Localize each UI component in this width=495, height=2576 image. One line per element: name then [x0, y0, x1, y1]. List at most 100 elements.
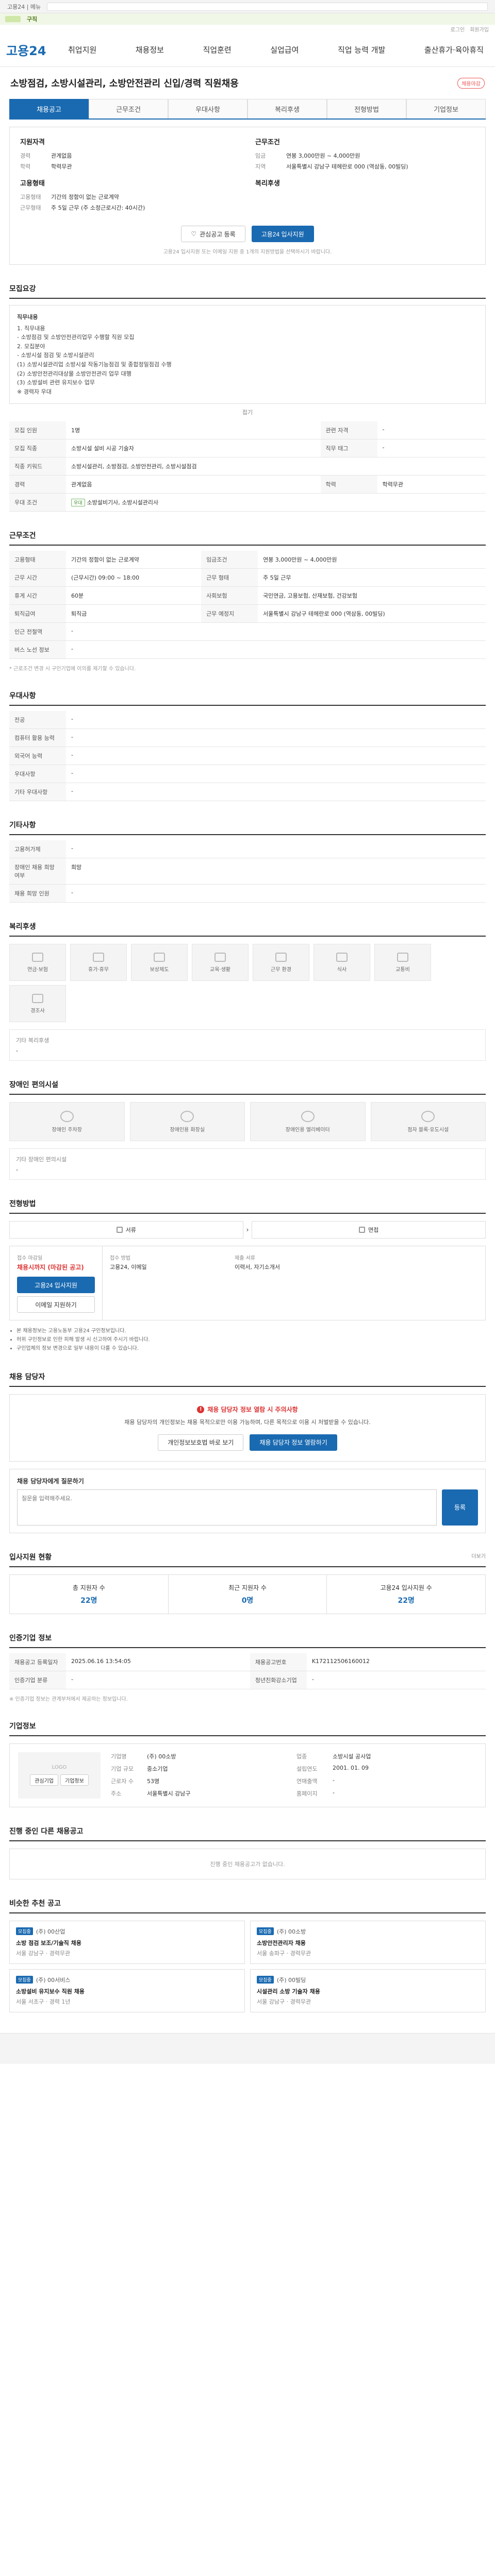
arrow-right-icon: › [246, 1226, 249, 1234]
row-value: - [66, 840, 486, 859]
tab-process[interactable]: 전형방법 [327, 99, 406, 118]
row-value: 희망 [66, 858, 486, 885]
contact-desc: 채용 담당자의 개인정보는 채용 목적으로만 이용 가능하며, 다른 목적으로 … [124, 1419, 371, 1426]
section-title: 비슷한 추천 공고 [9, 1898, 486, 1913]
row-value: 소방시설관리, 소방점검, 소방안전관리, 소방시설점검 [66, 457, 486, 476]
site-logo[interactable]: 고용24 [6, 41, 63, 59]
global-nav: 취업지원 채용정보 직업훈련 실업급여 직업 능력 개발 출산휴가·육아휴직 [63, 44, 489, 55]
table-row: 인증기업 분류 - 청년친화강소기업 - [9, 1671, 486, 1689]
benefit-item: 경조사 [9, 985, 66, 1023]
meal-icon [336, 952, 348, 962]
qa-input[interactable] [17, 1489, 437, 1526]
nav-item[interactable]: 실업급여 [265, 44, 304, 55]
company-info-button[interactable]: 기업정보 [60, 1774, 89, 1786]
kv-value: 기간의 정함이 없는 근로계약 [51, 194, 119, 200]
qa-submit-button[interactable]: 등록 [442, 1489, 478, 1526]
similar-list: 모집중 (주) 00산업 소방 점검 보조/기술직 채용 서울 강남구 · 경력무관 … [9, 1920, 486, 2012]
tab-benefits[interactable]: 복리후생 [248, 99, 327, 118]
table-row: 외국어 능력 - [9, 747, 486, 766]
apply-online-button[interactable]: 고용24 입사지원 [17, 1277, 95, 1294]
nav-item[interactable]: 출산휴가·육아휴직 [419, 44, 489, 55]
card-company: (주) 00빌딩 [276, 1976, 306, 1984]
similar-section: 비슷한 추천 공고 모집중 (주) 00산업 소방 점검 보조/기술직 채용 서울 강… [9, 1898, 486, 2012]
table-row: 장애인 채용 희망 여부 희망 [9, 858, 486, 885]
apply-button[interactable]: 고용24 입사지원 [251, 226, 314, 242]
kv-value: 관계없음 [51, 152, 72, 159]
table-row: 직종 키워드 소방시설관리, 소방점검, 소방안전관리, 소방시설점검 [9, 457, 486, 476]
cert-section: 인증기업 정보 채용공고 등록일자 2025.06.16 13:54:05 채용공고… [9, 1633, 486, 1702]
nav-item[interactable]: 취업지원 [63, 44, 102, 55]
apply-email-button[interactable]: 이메일 지원하기 [17, 1296, 95, 1313]
signup-link[interactable]: 회원가입 [470, 25, 489, 33]
etc-section: 기타사항 고용허가제 - 장애인 채용 희망 여부 희망 채용 희망 인원 - [9, 820, 486, 903]
similar-card[interactable]: 모집중 (주) 00서비스 소방설비 유지보수 직원 채용 서울 서초구 · 경력 1… [9, 1969, 245, 2012]
comp-value: 소방시설 공사업 [333, 1753, 371, 1760]
facility-item: 장애인용 엘리베이터 [250, 1102, 366, 1142]
card-title: 소방설비 유지보수 직원 채용 [16, 1988, 85, 1995]
more-link[interactable]: 더보기 [471, 1552, 486, 1562]
row-value: 연봉 3,000만원 ~ 4,000만원 [258, 551, 486, 569]
login-link[interactable]: 로그인 [451, 25, 465, 33]
benefit-label: 근무 환경 [271, 967, 291, 973]
table-row: 전공 - [9, 711, 486, 730]
contact-section: 채용 담당자 ! 채용 담당자 정보 열람 시 주의사항 채용 담당자의 개인정보… [9, 1371, 486, 1533]
comp-value: 53명 [147, 1777, 160, 1785]
step-label: 서류 [125, 1227, 136, 1234]
reward-icon [154, 952, 165, 962]
similar-card[interactable]: 모집중 (주) 00소방 소방안전관리자 채용 서울 송파구 · 경력무관 [250, 1920, 486, 1964]
view-contact-button[interactable]: 채용 담당자 정보 열람하기 [250, 1434, 337, 1451]
tab-recruit[interactable]: 채용공고 [9, 99, 89, 118]
nav-item[interactable]: 직업 능력 개발 [333, 44, 390, 55]
row-value: - [377, 421, 486, 440]
kv-key: 임금 [255, 152, 266, 159]
conditions-section: 근무조건 고용형태 기간의 정함이 없는 근로계약 임금조건 연봉 3,000만원 ~… [9, 530, 486, 672]
step-label: 면접 [368, 1227, 379, 1234]
apply-box: 접수 마감일 채용시까지 (마감된 공고) 고용24 입사지원 이메일 지원하기… [9, 1246, 486, 1321]
row-key: 근무 형태 [201, 568, 258, 587]
benefit-etc-value: - [16, 1047, 18, 1055]
fold-toggle[interactable]: 접기 [9, 408, 486, 416]
benefit-item: 교통비 [374, 944, 431, 981]
desc-line: 2. 모집분야 [17, 343, 45, 350]
similar-card[interactable]: 모집중 (주) 00빌딩 시설관리 소방 기술자 채용 서울 강남구 · 경력무관 [250, 1969, 486, 2012]
benefit-label: 연금·보험 [27, 967, 48, 973]
row-key: 인근 전철역 [9, 622, 66, 641]
row-value: 60분 [66, 586, 202, 605]
privacy-law-button[interactable]: 개인정보보호법 바로 보기 [158, 1434, 244, 1451]
table-row: 모집 인원 1명 관련 자격 - [9, 421, 486, 440]
benefit-item: 휴가·휴무 [70, 944, 127, 981]
recent-section: 진행 중인 다른 채용공고 진행 중인 채용공고가 없습니다. [9, 1826, 486, 1879]
table-row: 휴게 시간 60분 사회보험 국민연금, 고용보험, 산재보험, 건강보험 [9, 586, 486, 605]
site-footer [0, 2032, 495, 2064]
service-label[interactable]: 구직 [27, 15, 37, 23]
row-value: 관계없음 [66, 475, 321, 494]
etc-table: 고용허가제 - 장애인 채용 희망 여부 희망 채용 희망 인원 - [9, 840, 486, 903]
follow-company-button[interactable]: 관심기업 [30, 1774, 58, 1786]
top-search-input[interactable] [47, 2, 488, 11]
row-key: 임금조건 [201, 551, 258, 569]
elevator-icon [301, 1110, 315, 1122]
row-key: 인증기업 분류 [9, 1671, 66, 1689]
row-value: 우대 소방설비기사, 소방시설관리사 [66, 493, 486, 512]
card-title: 시설관리 소방 기술자 채용 [257, 1988, 320, 1995]
nav-item[interactable]: 채용정보 [130, 44, 169, 55]
similar-card[interactable]: 모집중 (주) 00산업 소방 점검 보조/기술직 채용 서울 강남구 · 경력무관 [9, 1920, 245, 1964]
save-job-button[interactable]: ♡ 관심공고 등록 [181, 226, 245, 242]
nav-item[interactable]: 직업훈련 [197, 44, 236, 55]
pension-icon [32, 952, 43, 962]
row-key: 전공 [9, 711, 66, 730]
comp-value: 중소기업 [147, 1765, 168, 1772]
desc-line: (1) 소방시설관리업 소방시설 작동기능점검 및 종합정밀점검 수행 [17, 361, 172, 368]
stat-value: 22명 [80, 1596, 97, 1605]
util-links: 로그인 회원가입 [0, 25, 495, 33]
table-row: 경력 관계없음 학력 학력무관 [9, 475, 486, 494]
card-meta: 서울 강남구 · 경력무관 [16, 1950, 71, 1957]
preferences-section: 우대사항 전공 - 컴퓨터 활용 능력 - 외국어 능력 - 우대사항 - 기타 우대사… [9, 690, 486, 802]
tab-preferences[interactable]: 우대사항 [168, 99, 248, 118]
row-value: - [66, 1671, 250, 1689]
tab-conditions[interactable]: 근무조건 [89, 99, 168, 118]
education-icon [214, 952, 226, 962]
deadline-label: 접수 마감일 [17, 1256, 43, 1262]
section-title: 전형방법 [9, 1198, 486, 1214]
tab-company[interactable]: 기업정보 [406, 99, 486, 118]
